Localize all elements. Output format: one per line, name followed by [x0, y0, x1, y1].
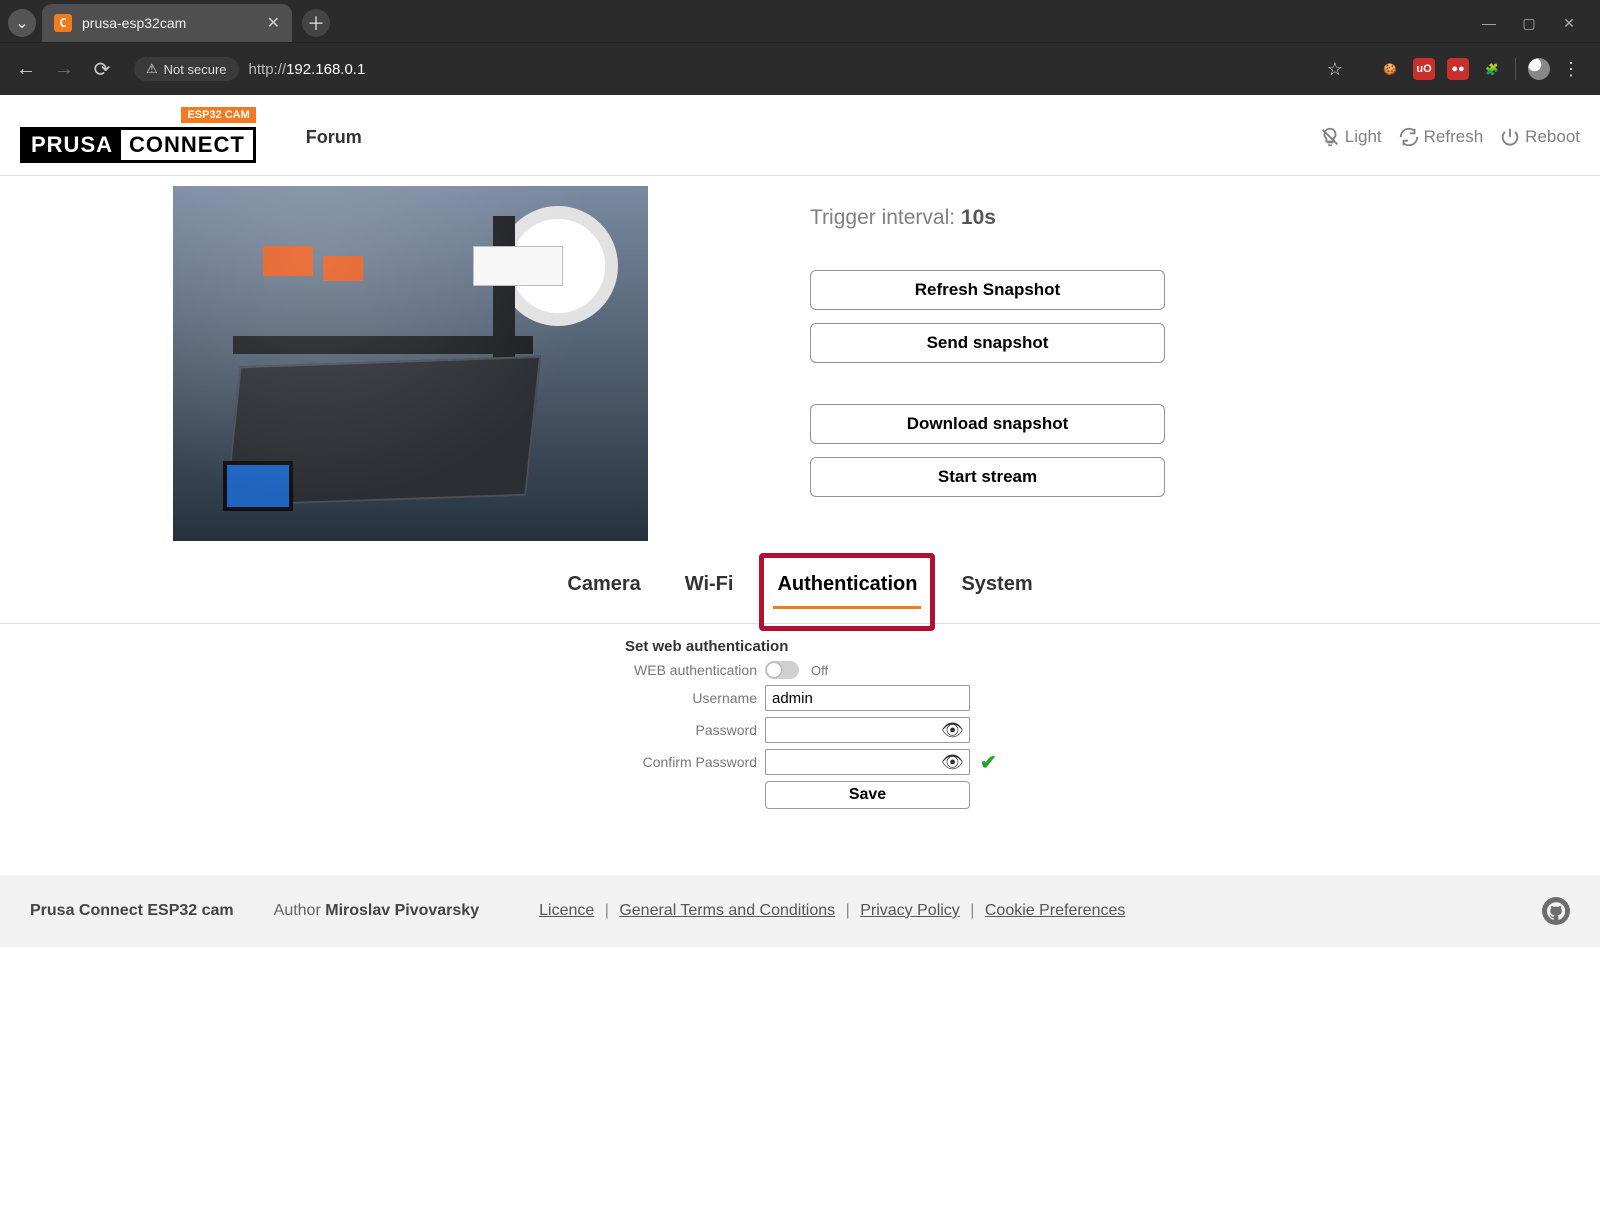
- footer-licence-link[interactable]: Licence: [539, 902, 594, 919]
- tab-strip: ⌄ C prusa-esp32cam ✕ ＋ — ▢ ✕: [0, 0, 1600, 42]
- tab-authentication[interactable]: Authentication: [773, 571, 921, 609]
- reload-button[interactable]: ⟳: [88, 57, 116, 82]
- confirm-password-input[interactable]: [765, 749, 970, 775]
- show-confirm-password-icon[interactable]: 👁: [941, 752, 964, 773]
- light-label: Light: [1345, 127, 1382, 147]
- settings-tabs: Camera Wi-Fi Authentication System: [0, 551, 1600, 624]
- browser-tab[interactable]: C prusa-esp32cam ✕: [42, 4, 292, 42]
- favicon-icon: C: [54, 14, 72, 32]
- password-match-check-icon: ✔: [980, 750, 997, 775]
- close-tab-button[interactable]: ✕: [267, 13, 280, 33]
- snapshot-section: Trigger interval: 10s Refresh Snapshot S…: [0, 176, 1600, 551]
- footer-author: Author Miroslav Pivovarsky: [274, 902, 479, 920]
- logo[interactable]: ESP32 CAM PRUSA CONNECT: [20, 111, 256, 163]
- maximize-button[interactable]: ▢: [1518, 15, 1540, 32]
- address-bar[interactable]: ⚠ Not secure http://192.168.0.1 ☆: [126, 51, 1361, 87]
- refresh-snapshot-button[interactable]: Refresh Snapshot: [810, 270, 1165, 310]
- toolbar-separator: [1515, 58, 1516, 80]
- start-stream-button[interactable]: Start stream: [810, 457, 1165, 497]
- send-snapshot-button[interactable]: Send snapshot: [810, 323, 1165, 363]
- profile-avatar-icon[interactable]: [1528, 58, 1550, 80]
- url-scheme: http://: [249, 61, 287, 78]
- refresh-icon: [1398, 126, 1420, 148]
- new-tab-button[interactable]: ＋: [302, 9, 330, 37]
- confirm-password-label: Confirm Password: [485, 754, 765, 770]
- auth-form-title: Set web authentication: [485, 638, 1115, 655]
- show-password-icon[interactable]: 👁: [941, 720, 964, 741]
- reboot-label: Reboot: [1525, 127, 1580, 147]
- camera-snapshot-image: [173, 186, 648, 541]
- logo-text-left: PRUSA: [23, 130, 121, 160]
- page-body: ESP32 CAM PRUSA CONNECT Forum Light Refr…: [0, 95, 1600, 947]
- refresh-label: Refresh: [1424, 127, 1484, 147]
- url-text: http://192.168.0.1: [249, 61, 366, 78]
- download-snapshot-button[interactable]: Download snapshot: [810, 404, 1165, 444]
- forward-button[interactable]: →: [50, 58, 78, 81]
- page-header: ESP32 CAM PRUSA CONNECT Forum Light Refr…: [0, 95, 1600, 176]
- password-input[interactable]: [765, 717, 970, 743]
- tab-camera[interactable]: Camera: [563, 571, 644, 609]
- logo-badge: ESP32 CAM: [181, 107, 255, 123]
- footer-author-name: Miroslav Pivovarsky: [325, 902, 479, 919]
- toggle-state-label: Off: [811, 663, 828, 678]
- extension-icons: 🍪 uO ●● 🧩 ⋮: [1371, 58, 1588, 80]
- refresh-button[interactable]: Refresh: [1398, 126, 1484, 148]
- url-host: 192.168.0.1: [286, 61, 365, 78]
- footer-terms-link[interactable]: General Terms and Conditions: [619, 902, 835, 919]
- extensions-menu-icon[interactable]: 🧩: [1481, 58, 1503, 80]
- tab-wifi[interactable]: Wi-Fi: [681, 571, 738, 609]
- trigger-text: Trigger interval:: [810, 206, 961, 229]
- power-icon: [1499, 126, 1521, 148]
- light-toggle-button[interactable]: Light: [1319, 126, 1382, 148]
- footer-links: Licence | General Terms and Conditions |…: [539, 902, 1125, 920]
- footer-author-prefix: Author: [274, 902, 326, 919]
- footer-product-name: Prusa Connect ESP32 cam: [30, 902, 234, 920]
- username-input[interactable]: [765, 685, 970, 711]
- close-window-button[interactable]: ✕: [1558, 15, 1580, 32]
- tab-system[interactable]: System: [957, 571, 1036, 609]
- extension-ublock-icon[interactable]: uO: [1413, 58, 1435, 80]
- tab-search-button[interactable]: ⌄: [8, 9, 36, 37]
- snapshot-controls: Trigger interval: 10s Refresh Snapshot S…: [800, 186, 1580, 510]
- logo-mark: PRUSA CONNECT: [20, 127, 256, 163]
- auth-form-section: Set web authentication WEB authenticatio…: [0, 624, 1600, 875]
- header-actions: Light Refresh Reboot: [1319, 126, 1580, 148]
- extension-lastpass-icon[interactable]: ●●: [1447, 58, 1469, 80]
- minimize-button[interactable]: —: [1478, 15, 1500, 32]
- bookmark-star-icon[interactable]: ☆: [1317, 59, 1353, 80]
- warning-icon: ⚠: [146, 61, 158, 77]
- page-footer: Prusa Connect ESP32 cam Author Miroslav …: [0, 875, 1600, 947]
- tab-title: prusa-esp32cam: [82, 15, 257, 31]
- save-button[interactable]: Save: [765, 781, 970, 809]
- trigger-value: 10s: [961, 206, 996, 229]
- browser-menu-button[interactable]: ⋮: [1562, 59, 1580, 80]
- security-label: Not secure: [164, 62, 227, 77]
- browser-toolbar: ← → ⟳ ⚠ Not secure http://192.168.0.1 ☆ …: [0, 42, 1600, 95]
- reboot-button[interactable]: Reboot: [1499, 126, 1580, 148]
- footer-cookies-link[interactable]: Cookie Preferences: [985, 902, 1126, 919]
- web-auth-toggle[interactable]: [765, 661, 799, 679]
- window-controls: — ▢ ✕: [1478, 15, 1592, 32]
- lightbulb-off-icon: [1319, 126, 1341, 148]
- logo-text-right: CONNECT: [121, 130, 253, 160]
- extension-cookie-icon[interactable]: 🍪: [1379, 58, 1401, 80]
- web-auth-label: WEB authentication: [485, 662, 765, 678]
- back-button[interactable]: ←: [12, 58, 40, 81]
- password-label: Password: [485, 722, 765, 738]
- security-chip[interactable]: ⚠ Not secure: [134, 57, 239, 81]
- github-icon[interactable]: [1542, 897, 1570, 925]
- nav-forum-link[interactable]: Forum: [306, 127, 362, 148]
- browser-chrome: ⌄ C prusa-esp32cam ✕ ＋ — ▢ ✕ ← → ⟳ ⚠ Not…: [0, 0, 1600, 95]
- footer-privacy-link[interactable]: Privacy Policy: [860, 902, 960, 919]
- username-label: Username: [485, 690, 765, 706]
- trigger-interval-label: Trigger interval: 10s: [810, 206, 1580, 230]
